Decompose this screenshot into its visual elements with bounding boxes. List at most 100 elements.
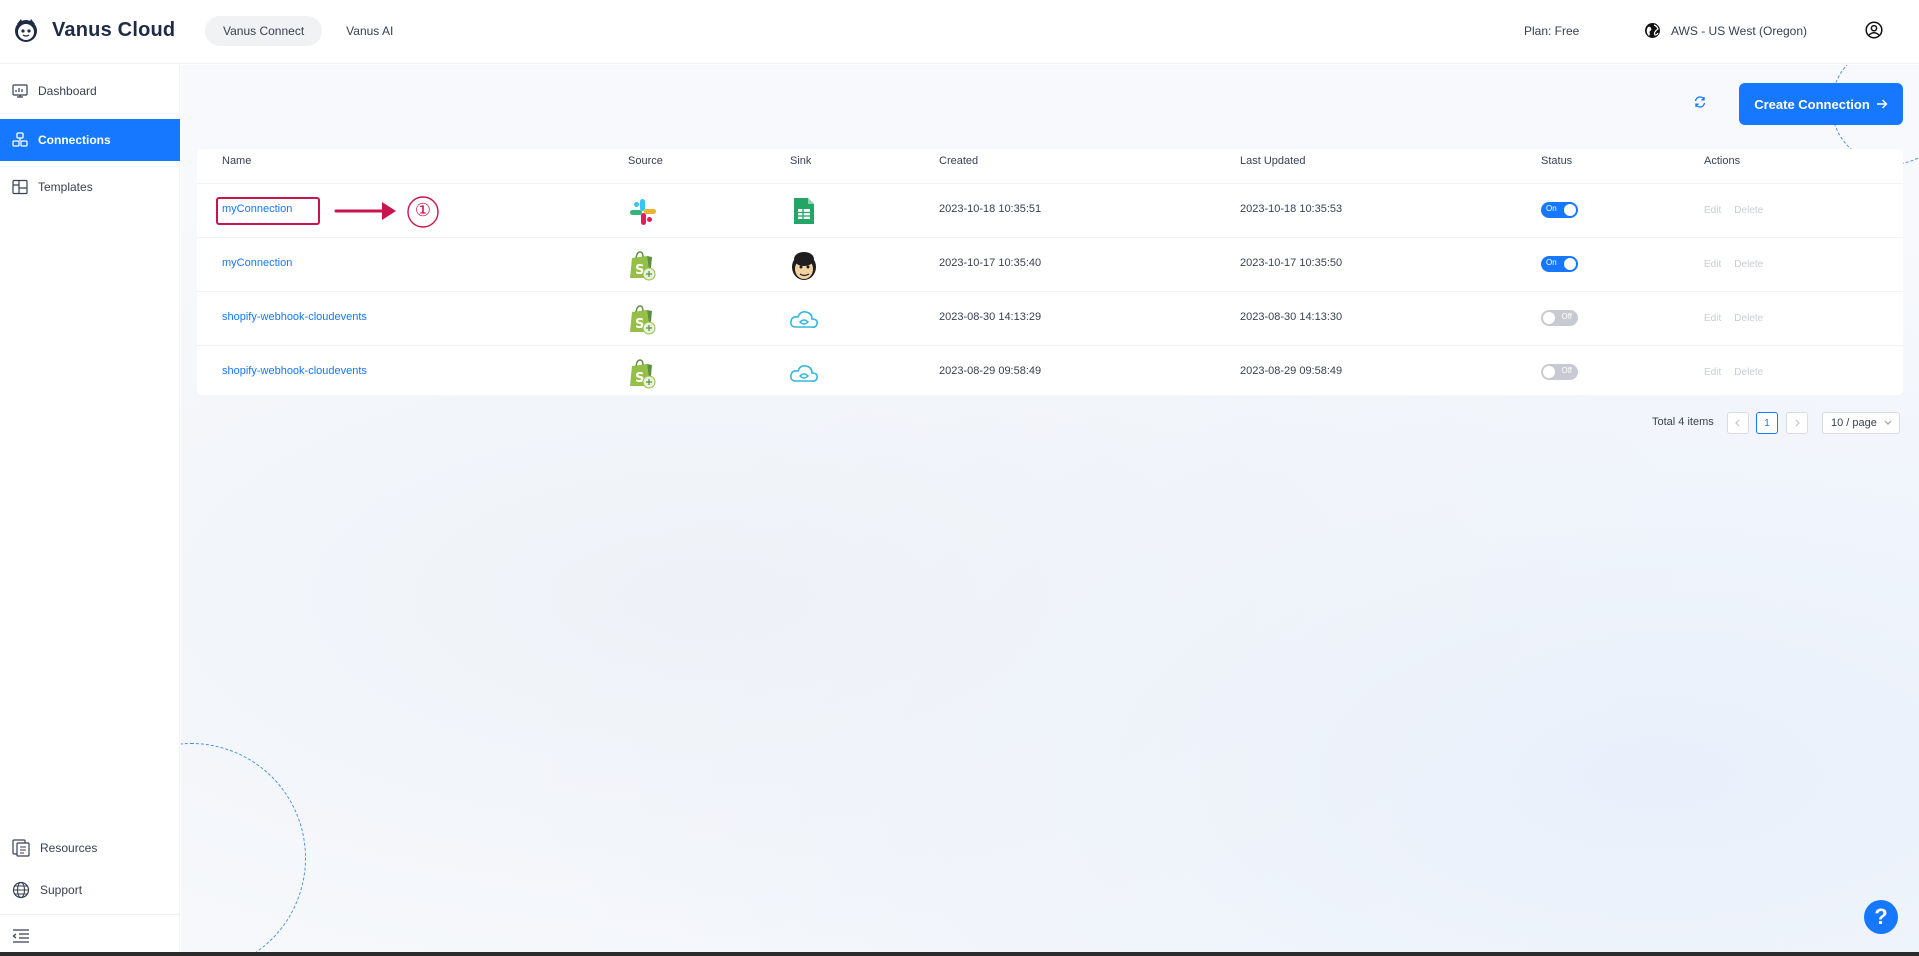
page-size-value: 10 / page [1831,417,1877,429]
column-header-name: Name [222,155,252,167]
sidebar-item-label: Support [40,883,83,897]
status-toggle[interactable]: Off [1541,364,1578,380]
google-sheets-icon [794,198,814,224]
delete-button[interactable]: Delete [1734,367,1763,378]
table-row [197,291,1903,345]
created-date: 2023-10-17 10:35:40 [939,257,1042,269]
edit-button[interactable]: Edit [1704,313,1721,324]
region-label: AWS - US West (Oregon) [1671,23,1808,38]
connection-name-link[interactable]: shopify-webhook-cloudevents [222,365,367,377]
edit-button[interactable]: Edit [1704,367,1721,378]
status-toggle-text: On [1546,204,1557,213]
globe-icon [1645,23,1660,38]
dashboard-icon [12,84,28,98]
decorative-dashed-circle [181,743,306,952]
page-size-select[interactable]: 10 / page [1822,412,1900,434]
create-connection-label: Create Connection [1754,96,1870,112]
resources-icon [12,839,30,857]
created-date: 2023-08-29 09:58:49 [939,365,1042,377]
support-globe-icon [12,881,30,899]
cloudevents-icon [790,365,818,382]
updated-date: 2023-08-29 09:58:49 [1240,365,1343,377]
status-toggle-text: Off [1561,366,1572,375]
annotation-marker: ① [414,200,432,221]
column-header-actions: Actions [1704,155,1741,167]
refresh-button[interactable] [1685,87,1715,117]
shopify-icon: S [630,359,656,389]
delete-button[interactable]: Delete [1734,205,1763,216]
window-bottom-strip [0,952,1919,956]
sidebar: Dashboard Connections Templates Resource… [0,64,180,956]
templates-icon [12,179,28,195]
user-avatar-icon[interactable] [1865,21,1883,39]
plan-label[interactable]: Plan: Free [1524,24,1579,38]
vanus-logo-icon [15,19,37,42]
delete-button[interactable]: Delete [1734,313,1763,324]
table-row [197,183,1903,237]
row-actions: Edit Delete [1704,258,1773,270]
region-selector[interactable]: AWS - US West (Oregon) [1644,22,1807,39]
row-actions: Edit Delete [1704,366,1773,378]
status-toggle-text: On [1546,258,1557,267]
row-actions: Edit Delete [1704,312,1773,324]
tab-vanus-ai[interactable]: Vanus AI [328,16,411,46]
connections-icon [12,132,28,147]
created-date: 2023-10-18 10:35:51 [939,203,1042,215]
pagination-next-button[interactable] [1786,412,1808,434]
collapse-menu-icon [12,928,29,943]
pagination-page-button[interactable]: 1 [1756,412,1778,434]
status-toggle[interactable]: On [1541,202,1578,218]
pagination-total: Total 4 items [1652,416,1714,428]
column-header-status: Status [1541,155,1573,167]
edit-button[interactable]: Edit [1704,205,1721,216]
column-header-last-updated: Last Updated [1240,155,1306,167]
toggle-knob [1543,366,1555,378]
cloudevents-icon [790,311,818,328]
sidebar-item-label: Templates [38,180,93,194]
status-toggle[interactable]: Off [1541,310,1578,326]
sidebar-item-templates[interactable]: Templates [0,166,180,208]
sidebar-item-resources[interactable]: Resources [0,827,180,869]
updated-date: 2023-10-17 10:35:50 [1240,257,1343,269]
edit-button[interactable]: Edit [1704,259,1721,270]
connection-name-link[interactable]: shopify-webhook-cloudevents [222,311,367,323]
top-header: Vanus Cloud Vanus Connect Vanus AI Plan:… [0,0,1919,64]
created-date: 2023-08-30 14:13:29 [939,311,1042,323]
sidebar-item-label: Resources [40,841,98,855]
sidebar-item-connections[interactable]: Connections [0,119,180,161]
mailchimp-icon [792,252,816,280]
refresh-icon [1694,96,1706,108]
sidebar-item-label: Dashboard [38,84,97,98]
table-row [197,345,1903,399]
row-actions: Edit Delete [1704,204,1773,216]
status-toggle[interactable]: On [1541,256,1578,272]
toggle-knob [1564,204,1576,216]
pagination-prev-button[interactable] [1727,412,1749,434]
help-button[interactable]: ? [1864,900,1898,934]
connection-name-link[interactable]: myConnection [222,257,292,269]
sidebar-item-label: Connections [38,133,111,147]
sidebar-item-dashboard[interactable]: Dashboard [0,70,180,112]
create-connection-button[interactable]: Create Connection [1739,83,1903,125]
shopify-icon: S [630,305,656,335]
table-row [197,237,1903,291]
chevron-right-icon [1795,419,1800,427]
arrow-right-icon [1876,99,1888,109]
column-header-created: Created [939,155,979,167]
updated-date: 2023-10-18 10:35:53 [1240,203,1343,215]
toggle-knob [1564,258,1576,270]
toggle-knob [1543,312,1555,324]
updated-date: 2023-08-30 14:13:30 [1240,311,1343,323]
chevron-down-icon [1884,420,1892,425]
sidebar-item-support[interactable]: Support [0,869,180,911]
annotation-highlight-box [216,197,320,225]
slack-icon [630,199,656,225]
column-header-sink: Sink [790,155,812,167]
tab-vanus-connect[interactable]: Vanus Connect [205,16,323,46]
chevron-left-icon [1735,419,1740,427]
delete-button[interactable]: Delete [1734,259,1763,270]
app-name: Vanus Cloud [52,18,176,41]
sidebar-collapse[interactable] [0,914,180,956]
brand[interactable]: Vanus Cloud [12,16,175,44]
shopify-icon: S [630,251,656,281]
